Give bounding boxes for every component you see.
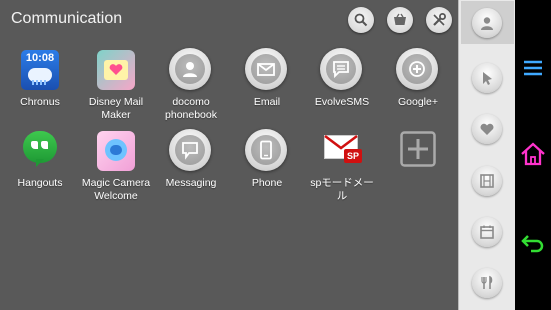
tab-calendar[interactable]: [465, 210, 509, 254]
app-label: docomo phonebook: [165, 96, 217, 121]
message-icon: [320, 48, 362, 90]
sp-mail-icon: SP: [320, 129, 364, 173]
fork-knife-icon: [481, 275, 493, 289]
magic-camera-icon: [94, 129, 138, 173]
search-button[interactable]: [348, 7, 374, 33]
app-email[interactable]: Email: [230, 48, 304, 109]
app-label: Magic Camera Welcome: [81, 177, 151, 202]
app-label: Hangouts: [17, 177, 63, 189]
store-button[interactable]: [387, 7, 413, 33]
app-label: Email: [253, 96, 281, 108]
hangouts-icon: [18, 129, 62, 173]
film-icon: [480, 174, 494, 188]
chronus-icon: 10:08: [18, 48, 62, 92]
app-drawer-panel: Communication 10:08 Chronus Disney Mail …: [0, 0, 458, 310]
app-label: Google+: [398, 96, 438, 108]
cursor-icon: [483, 72, 492, 85]
menu-icon: [524, 60, 542, 76]
home-button[interactable]: [519, 140, 547, 168]
tab-favorites[interactable]: [465, 107, 509, 151]
speech-bubble-icon: [169, 129, 211, 171]
disney-mail-icon: [94, 48, 138, 92]
envelope-icon: [245, 48, 287, 90]
home-icon: [521, 142, 545, 166]
heart-icon: [480, 123, 494, 135]
page-title: Communication: [11, 10, 123, 27]
app-evolvesms[interactable]: EvolveSMS: [305, 48, 379, 109]
app-label: EvolveSMS: [314, 96, 370, 108]
plus-circle-icon: [396, 48, 438, 90]
category-sidebar: [458, 0, 516, 310]
app-sp-mode-mail[interactable]: SP spモードメール: [305, 129, 379, 203]
back-icon: [521, 235, 544, 253]
tools-button[interactable]: [426, 7, 452, 33]
app-messaging[interactable]: Messaging: [154, 129, 228, 190]
back-button[interactable]: [519, 228, 547, 256]
app-label: Chronus: [20, 96, 60, 108]
app-label: spモードメール: [310, 177, 374, 202]
search-icon: [354, 13, 368, 27]
app-phone[interactable]: Phone: [230, 129, 304, 190]
app-google-plus[interactable]: Google+: [381, 48, 455, 109]
person-icon: [169, 48, 211, 90]
phone-icon: [245, 129, 287, 171]
app-label: Messaging: [165, 177, 217, 189]
tab-person[interactable]: [461, 1, 514, 44]
app-label: Disney Mail Maker: [88, 96, 144, 121]
chronus-time: 10:08: [25, 52, 55, 64]
tools-icon: [433, 13, 446, 26]
person-icon: [481, 17, 493, 30]
menu-button[interactable]: [519, 54, 547, 82]
add-app-button[interactable]: [381, 129, 455, 173]
app-hangouts[interactable]: Hangouts: [3, 129, 77, 190]
navigation-bar: [515, 0, 551, 310]
basket-icon: [394, 13, 406, 25]
app-magic-camera-welcome[interactable]: Magic Camera Welcome: [79, 129, 153, 203]
tab-food[interactable]: [465, 261, 509, 305]
tab-cursor[interactable]: [465, 56, 509, 100]
calendar-icon: [480, 225, 494, 239]
add-icon: [400, 131, 436, 167]
app-disney-mail-maker[interactable]: Disney Mail Maker: [79, 48, 153, 122]
app-docomo-phonebook[interactable]: docomo phonebook: [154, 48, 228, 122]
tab-media[interactable]: [465, 159, 509, 203]
app-chronus[interactable]: 10:08 Chronus: [3, 48, 77, 109]
app-label: Phone: [251, 177, 283, 189]
sp-badge: SP: [344, 149, 362, 163]
